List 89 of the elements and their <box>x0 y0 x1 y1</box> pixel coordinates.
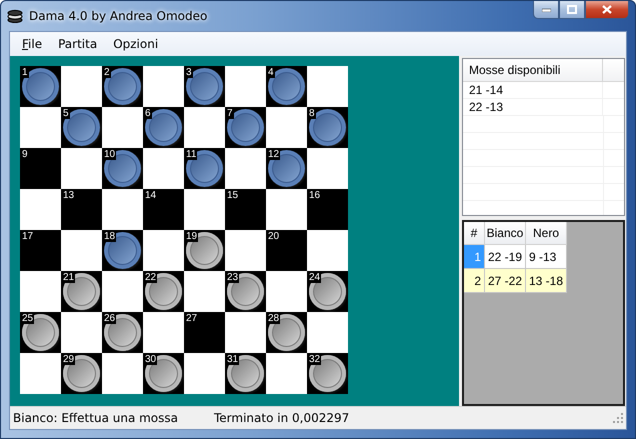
row-header-cell[interactable]: 2 <box>464 269 485 294</box>
dark-square[interactable]: 31 <box>225 353 266 394</box>
square-number: 8 <box>308 108 316 119</box>
dark-square[interactable]: 24 <box>307 271 348 312</box>
column-header[interactable]: Bianco <box>485 222 526 246</box>
square-number: 21 <box>62 272 76 283</box>
table-cell: 27 -22 <box>485 269 526 294</box>
dark-square[interactable]: 32 <box>307 353 348 394</box>
move-item[interactable]: 21 -14 <box>463 82 603 98</box>
dark-square[interactable]: 8 <box>307 107 348 148</box>
square-number: 23 <box>226 272 240 283</box>
dark-square[interactable]: 10 <box>102 148 143 189</box>
square-number: 16 <box>308 190 322 201</box>
square-number: 4 <box>267 67 275 78</box>
square-number: 27 <box>185 313 198 324</box>
square-number: 12 <box>267 149 280 160</box>
dark-square[interactable]: 1 <box>20 66 61 107</box>
square-number: 30 <box>144 354 158 365</box>
menu-item[interactable]: Partita <box>50 35 106 53</box>
square-number: 10 <box>103 149 116 160</box>
dark-square[interactable]: 26 <box>102 312 143 353</box>
dark-square[interactable]: 18 <box>102 230 143 271</box>
dark-square[interactable]: 17 <box>20 230 61 271</box>
dark-square[interactable]: 3 <box>184 66 225 107</box>
dark-square[interactable]: 20 <box>266 230 307 271</box>
dark-square[interactable]: 15 <box>225 189 266 230</box>
table-cell: 9 -13 <box>526 245 567 270</box>
square-number: 5 <box>62 108 70 119</box>
dark-square[interactable]: 7 <box>225 107 266 148</box>
dark-square[interactable]: 12 <box>266 148 307 189</box>
square-number: 31 <box>226 354 240 365</box>
column-header[interactable]: # <box>464 222 485 246</box>
dark-square[interactable]: 29 <box>61 353 102 394</box>
square-number: 28 <box>267 313 280 324</box>
minimize-button[interactable] <box>533 1 559 19</box>
checker-stack-icon <box>7 9 23 23</box>
square-number: 32 <box>308 354 322 365</box>
minimize-icon <box>542 8 550 12</box>
menu-item[interactable]: File <box>14 35 50 53</box>
square-number: 14 <box>144 190 158 201</box>
window-title: Dama 4.0 by Andrea Omodeo <box>29 9 208 23</box>
dark-square[interactable]: 25 <box>20 312 61 353</box>
resize-grip-icon <box>613 413 623 423</box>
dark-square[interactable]: 6 <box>143 107 184 148</box>
dark-square[interactable]: 11 <box>184 148 225 189</box>
maximize-icon <box>567 5 577 14</box>
dark-square[interactable]: 16 <box>307 189 348 230</box>
light-square[interactable] <box>20 189 61 230</box>
square-number: 13 <box>62 190 76 201</box>
square-number: 24 <box>308 272 322 283</box>
square-number: 22 <box>144 272 158 283</box>
dark-square[interactable]: 30 <box>143 353 184 394</box>
dark-square[interactable]: 19 <box>184 230 225 271</box>
close-icon <box>602 5 612 14</box>
square-number: 25 <box>21 313 34 324</box>
status-text: Bianco: Effettua una mossa <box>13 411 180 425</box>
status-text: Terminato in 0,002297 <box>214 411 350 425</box>
dark-square[interactable]: 13 <box>61 189 102 230</box>
table-cell: 13 -18 <box>526 269 567 294</box>
table-cell: 22 -19 <box>485 245 526 270</box>
dark-square[interactable]: 21 <box>61 271 102 312</box>
column-header[interactable]: Nero <box>526 222 567 246</box>
move-item[interactable]: 22 -13 <box>463 99 603 115</box>
square-number: 19 <box>185 231 198 242</box>
dark-square[interactable]: 14 <box>143 189 184 230</box>
square-number: 17 <box>21 231 34 242</box>
dark-square[interactable]: 5 <box>61 107 102 148</box>
close-button[interactable] <box>585 1 629 19</box>
square-number: 18 <box>103 231 116 242</box>
menu-item[interactable]: Opzioni <box>105 35 166 53</box>
square-number: 11 <box>185 149 198 160</box>
square-number: 20 <box>267 231 280 242</box>
dark-square[interactable]: 27 <box>184 312 225 353</box>
square-number: 9 <box>21 149 29 160</box>
square-number: 2 <box>103 67 111 78</box>
dark-square[interactable]: 23 <box>225 271 266 312</box>
square-number: 15 <box>226 190 240 201</box>
square-number: 26 <box>103 313 116 324</box>
dark-square[interactable]: 22 <box>143 271 184 312</box>
square-number: 3 <box>185 67 193 78</box>
dark-square[interactable]: 28 <box>266 312 307 353</box>
square-number: 7 <box>226 108 234 119</box>
dark-square[interactable]: 2 <box>102 66 143 107</box>
square-number: 29 <box>62 354 76 365</box>
square-number: 1 <box>21 67 29 78</box>
square-number: 6 <box>144 108 152 119</box>
dark-square[interactable]: 9 <box>20 148 61 189</box>
dark-square[interactable]: 4 <box>266 66 307 107</box>
maximize-button[interactable] <box>559 1 585 19</box>
